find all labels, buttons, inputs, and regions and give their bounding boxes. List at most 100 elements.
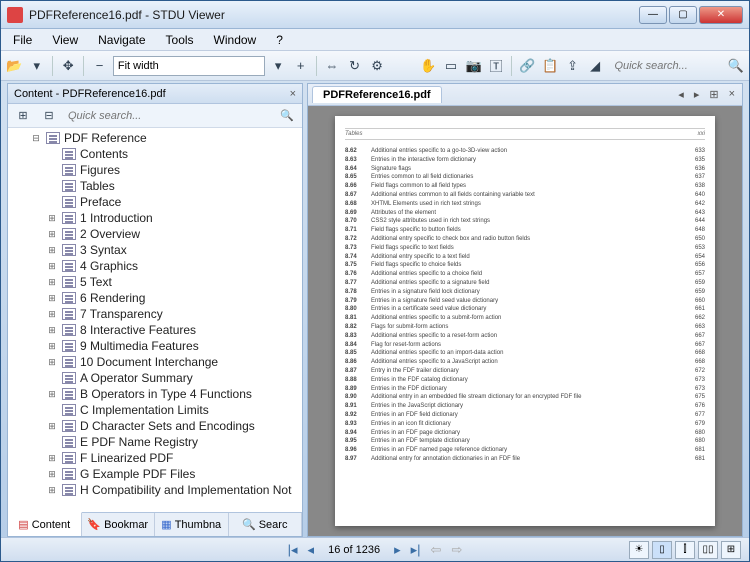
sidebar-search-icon[interactable]: 🔍 <box>276 105 298 127</box>
expand-icon[interactable]: ⊞ <box>46 341 58 352</box>
tree-node[interactable]: ⊞F Linearized PDF <box>8 450 302 466</box>
menu-navigate[interactable]: Navigate <box>90 31 153 49</box>
pan-icon[interactable]: ✥ <box>59 55 78 77</box>
zoom-select[interactable] <box>113 56 265 76</box>
menu-bar: File View Navigate Tools Window ? <box>1 29 749 51</box>
tree-node[interactable]: ⊞G Example PDF Files <box>8 466 302 482</box>
expand-icon[interactable]: ⊞ <box>46 485 58 496</box>
tree-node[interactable]: Contents <box>8 146 302 162</box>
menu-tools[interactable]: Tools <box>158 31 202 49</box>
tab-close-icon[interactable]: × <box>726 88 738 101</box>
tab-prev-icon[interactable]: ◂ <box>675 88 687 101</box>
expand-icon[interactable]: ⊞ <box>46 469 58 480</box>
rotate-icon[interactable]: ↻ <box>345 55 364 77</box>
first-page-icon[interactable]: |◂ <box>286 542 300 558</box>
move-icon[interactable]: ⇔ <box>323 55 342 77</box>
tree-node-label: Preface <box>80 195 121 209</box>
tree-node[interactable]: ⊞2 Overview <box>8 226 302 242</box>
page-icon <box>62 308 76 320</box>
prev-page-icon[interactable]: ◂ <box>306 542 317 558</box>
single-page-icon[interactable]: ▯ <box>652 541 672 559</box>
facing-icon[interactable]: ▯▯ <box>698 541 718 559</box>
expand-icon[interactable]: ⊞ <box>46 229 58 240</box>
next-page-icon[interactable]: ▸ <box>392 542 403 558</box>
brightness-icon[interactable]: ☀ <box>629 541 649 559</box>
expand-icon[interactable]: ⊞ <box>46 213 58 224</box>
tab-bookmark[interactable]: 🔖Bookmar <box>82 513 156 536</box>
tree-node[interactable]: ⊞6 Rendering <box>8 290 302 306</box>
collapse-all-icon[interactable]: ⊟ <box>38 105 60 127</box>
expand-icon[interactable]: ⊞ <box>46 325 58 336</box>
expand-icon[interactable]: ⊞ <box>46 389 58 400</box>
highlight-icon[interactable]: ◢ <box>586 55 605 77</box>
tree-node[interactable]: ⊞8 Interactive Features <box>8 322 302 338</box>
tab-grid-icon[interactable]: ⊞ <box>706 88 721 101</box>
collapse-icon[interactable]: ⊟ <box>30 133 42 144</box>
tree-node[interactable]: ⊞10 Document Interchange <box>8 354 302 370</box>
menu-window[interactable]: Window <box>206 31 265 49</box>
tree-node[interactable]: ⊞1 Introduction <box>8 210 302 226</box>
zoom-out-icon[interactable]: − <box>90 55 109 77</box>
tree-node[interactable]: C Implementation Limits <box>8 402 302 418</box>
page-area[interactable]: Tables xxi 8.62Additional entries specif… <box>308 106 742 536</box>
quick-search-input[interactable] <box>612 58 722 74</box>
continuous-icon[interactable]: ⫿ <box>675 541 695 559</box>
tree-node[interactable]: ⊞D Character Sets and Encodings <box>8 418 302 434</box>
expand-icon[interactable]: ⊞ <box>46 261 58 272</box>
tree-node[interactable]: ⊞B Operators in Type 4 Functions <box>8 386 302 402</box>
tree-node[interactable]: ⊞9 Multimedia Features <box>8 338 302 354</box>
maximize-button[interactable]: ▢ <box>669 6 697 24</box>
text-select-icon[interactable]: 🅃 <box>487 55 506 77</box>
tree-node[interactable]: Preface <box>8 194 302 210</box>
tree-node[interactable]: ⊞4 Graphics <box>8 258 302 274</box>
close-button[interactable]: ✕ <box>699 6 743 24</box>
hand-icon[interactable]: ✋ <box>419 55 438 77</box>
tab-thumbnails[interactable]: ▦Thumbna <box>155 513 229 536</box>
tab-next-icon[interactable]: ▸ <box>691 88 703 101</box>
tree-root[interactable]: ⊟ PDF Reference <box>8 130 302 146</box>
expand-icon[interactable]: ⊞ <box>46 309 58 320</box>
tree-node[interactable]: E PDF Name Registry <box>8 434 302 450</box>
expand-icon[interactable]: ⊞ <box>46 357 58 368</box>
expand-icon[interactable]: ⊞ <box>46 421 58 432</box>
expand-icon[interactable]: ⊞ <box>46 293 58 304</box>
sidebar-close-icon[interactable]: × <box>290 88 296 100</box>
sidebar-search-input[interactable] <box>64 108 272 124</box>
zoom-in-icon[interactable]: + <box>291 55 310 77</box>
nav-back-icon[interactable]: ⇦ <box>429 542 444 558</box>
open-dropdown-icon[interactable]: ▾ <box>28 55 47 77</box>
tree-node[interactable]: ⊞3 Syntax <box>8 242 302 258</box>
minimize-button[interactable]: — <box>639 6 667 24</box>
expand-all-icon[interactable]: ⊞ <box>12 105 34 127</box>
last-page-icon[interactable]: ▸| <box>409 542 423 558</box>
document-tab[interactable]: PDFReference16.pdf <box>312 86 442 103</box>
open-icon[interactable]: 📂 <box>5 55 24 77</box>
tree-node[interactable]: ⊞7 Transparency <box>8 306 302 322</box>
page-icon <box>62 484 76 496</box>
copy-icon[interactable]: 📋 <box>541 55 560 77</box>
menu-help[interactable]: ? <box>268 31 291 49</box>
settings-icon[interactable]: ⚙ <box>368 55 387 77</box>
tree-node[interactable]: ⊞5 Text <box>8 274 302 290</box>
search-go-icon[interactable]: 🔍 <box>726 55 745 77</box>
zoom-dropdown-icon[interactable]: ▾ <box>269 55 288 77</box>
nav-forward-icon[interactable]: ⇨ <box>449 542 464 558</box>
expand-icon[interactable]: ⊞ <box>46 453 58 464</box>
menu-view[interactable]: View <box>44 31 86 49</box>
tree-node[interactable]: ⊞H Compatibility and Implementation Not <box>8 482 302 498</box>
expand-icon[interactable]: ⊞ <box>46 277 58 288</box>
menu-file[interactable]: File <box>5 31 40 49</box>
select-icon[interactable]: ▭ <box>442 55 461 77</box>
snapshot-icon[interactable]: 📷 <box>464 55 483 77</box>
tab-content[interactable]: ▤Content <box>8 512 82 536</box>
export-icon[interactable]: ⇪ <box>563 55 582 77</box>
tree-node[interactable]: A Operator Summary <box>8 370 302 386</box>
tree-node[interactable]: Tables <box>8 178 302 194</box>
tab-search[interactable]: 🔍Searc <box>229 513 303 536</box>
link-icon[interactable]: 🔗 <box>518 55 537 77</box>
tree-node[interactable]: Figures <box>8 162 302 178</box>
content-tree[interactable]: ⊟ PDF Reference ContentsFiguresTables Pre… <box>8 128 302 512</box>
facing-continuous-icon[interactable]: ⊞ <box>721 541 741 559</box>
tree-node-label: Tables <box>80 179 115 193</box>
expand-icon[interactable]: ⊞ <box>46 245 58 256</box>
